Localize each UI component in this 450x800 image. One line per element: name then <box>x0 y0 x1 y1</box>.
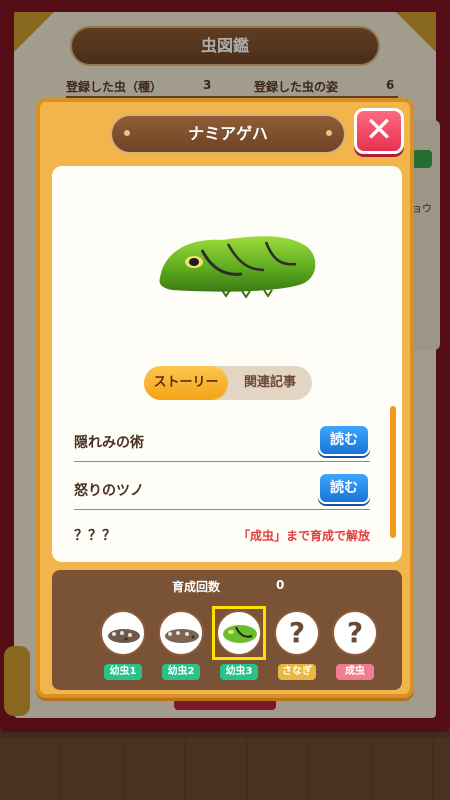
stage-label: 成虫 <box>336 664 374 680</box>
tab-story[interactable]: ストーリー <box>144 366 228 400</box>
stage-larva-1[interactable]: 幼虫1 <box>98 606 148 682</box>
stage-larva-2[interactable]: 幼虫2 <box>156 606 206 682</box>
question-mark-icon: ? <box>288 616 306 649</box>
insect-detail-modal: ナミアゲハ ✕ ストーリー 関連記事 隠れみの術 読む 怒りのツノ 読む ？？？… <box>36 98 414 698</box>
story-title: 隠れみの術 <box>74 435 144 451</box>
larva-1-thumbnail <box>100 610 146 656</box>
story-scrollbar[interactable] <box>390 406 396 538</box>
content-card: ストーリー 関連記事 隠れみの術 読む 怒りのツノ 読む ？？？ 「成虫」まで育… <box>52 166 402 562</box>
larva-3-thumbnail <box>216 610 262 656</box>
larva-2-thumbnail <box>158 610 204 656</box>
close-icon: ✕ <box>364 110 394 150</box>
modal-title-plate: ナミアゲハ <box>110 114 346 154</box>
growth-panel: 育成回数 0 幼虫1 幼虫2 幼虫3 ? さなぎ ? 成虫 <box>52 570 402 690</box>
detail-tabs: ストーリー 関連記事 <box>144 366 312 400</box>
stage-larva-3[interactable]: 幼虫3 <box>212 606 266 682</box>
stage-pupa-locked[interactable]: ? さなぎ <box>272 606 322 682</box>
brown-caterpillar-icon <box>165 629 199 643</box>
brown-caterpillar-icon <box>108 629 140 643</box>
caterpillar-image <box>159 236 316 299</box>
story-title: 怒りのツノ <box>74 483 144 499</box>
insect-name: ナミアゲハ <box>188 124 268 143</box>
story-item: 怒りのツノ 読む <box>74 466 370 510</box>
stage-adult-locked[interactable]: ? 成虫 <box>330 606 380 682</box>
stage-label: 幼虫1 <box>104 664 142 680</box>
unlock-condition: 「成虫」まで育成で解放 <box>237 529 370 543</box>
growth-count-label: 育成回数 <box>172 580 221 594</box>
stage-label: 幼虫2 <box>162 664 200 680</box>
tab-related-articles[interactable]: 関連記事 <box>228 366 312 400</box>
story-item: 隠れみの術 読む <box>74 418 370 462</box>
stage-label: さなぎ <box>278 664 316 680</box>
green-caterpillar-icon <box>223 625 257 643</box>
question-mark-icon: ? <box>346 616 364 649</box>
growth-count-value: 0 <box>276 578 285 592</box>
nail-icon <box>124 130 130 136</box>
stage-label: 幼虫3 <box>220 664 258 680</box>
read-button[interactable]: 読む <box>318 424 370 456</box>
nail-icon <box>326 130 332 136</box>
locked-story-title: ？？？ <box>74 528 116 544</box>
adult-thumbnail: ? <box>332 610 378 656</box>
close-button[interactable]: ✕ <box>354 108 404 154</box>
pupa-thumbnail: ? <box>274 610 320 656</box>
locked-story: ？？？ 「成虫」まで育成で解放 <box>74 521 370 551</box>
read-button[interactable]: 読む <box>318 472 370 504</box>
